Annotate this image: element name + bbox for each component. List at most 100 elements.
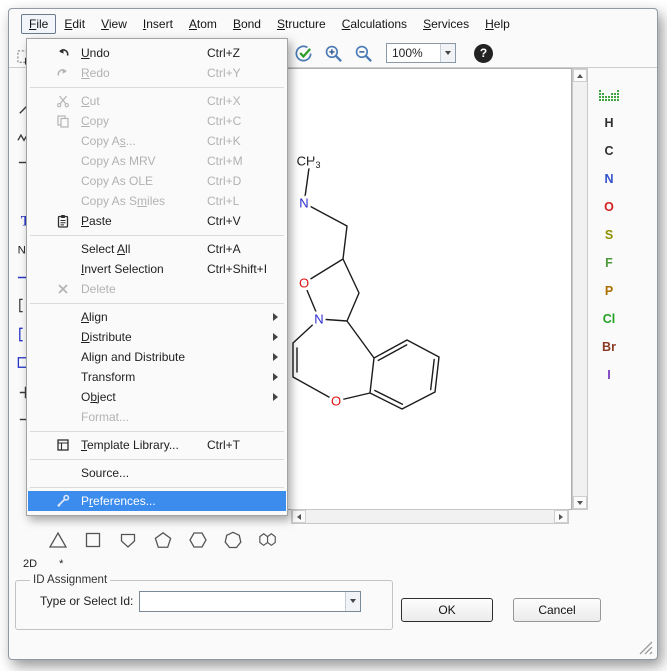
help-button[interactable]: ? xyxy=(474,44,493,63)
edit-menu-item-object[interactable]: Object xyxy=(27,387,287,407)
menubar-item-view[interactable]: View xyxy=(93,14,135,34)
menubar-item-insert[interactable]: Insert xyxy=(135,14,181,34)
submenu-arrow-icon xyxy=(273,333,278,341)
edit-menu-item-undo[interactable]: Undo Ctrl+Z xyxy=(27,43,287,63)
no-icon xyxy=(54,466,71,481)
edit-menu-item-distribute[interactable]: Distribute xyxy=(27,327,287,347)
no-icon xyxy=(54,410,71,425)
vertical-scrollbar[interactable] xyxy=(572,68,588,510)
zoom-in-button[interactable] xyxy=(321,41,345,65)
fused-rings-template-icon xyxy=(256,530,281,550)
menu-item-label: Paste xyxy=(81,214,112,228)
template-cycloheptane[interactable] xyxy=(218,527,248,553)
menu-item-label: Undo xyxy=(81,46,110,60)
element-h[interactable]: H xyxy=(597,112,621,134)
element-c[interactable]: C xyxy=(597,140,621,162)
template-cyclopropane[interactable] xyxy=(43,527,73,553)
triangle-down-icon xyxy=(577,501,583,505)
id-assignment-row: Type or Select Id: xyxy=(24,586,384,616)
menubar-item-file[interactable]: File xyxy=(21,14,56,34)
mode-2d-button[interactable]: 2D xyxy=(19,556,41,572)
menu-item-shortcut: Ctrl+Z xyxy=(207,46,240,60)
edit-menu-item-source[interactable]: Source... xyxy=(27,463,287,483)
template-cyclobutane[interactable] xyxy=(78,527,108,553)
template-star-button[interactable]: * xyxy=(55,556,67,572)
edit-menu-item-preferences[interactable]: Preferences... xyxy=(28,491,286,511)
element-i[interactable]: I xyxy=(597,364,621,386)
menubar-item-edit[interactable]: Edit xyxy=(56,14,93,34)
menubar-item-bond[interactable]: Bond xyxy=(225,14,269,34)
menu-item-shortcut: Ctrl+D xyxy=(207,174,241,188)
template-cyclopentane-down[interactable] xyxy=(113,527,143,553)
menu-item-label: Align and Distribute xyxy=(81,350,185,364)
edit-menu-item-redo: RedoCtrl+Y xyxy=(27,63,287,83)
edit-menu-item-cut: CutCtrl+X xyxy=(27,91,287,111)
menu-item-label: Select All xyxy=(81,242,130,256)
zoom-in-icon xyxy=(323,43,344,64)
edit-menu-item-template-library[interactable]: Template Library...Ctrl+T xyxy=(27,435,287,455)
menubar-item-services[interactable]: Services xyxy=(415,14,477,34)
copy-icon xyxy=(54,114,71,129)
zoom-level-combobox[interactable]: 100% xyxy=(386,43,456,63)
element-s[interactable]: S xyxy=(597,224,621,246)
scroll-down-button[interactable] xyxy=(573,496,587,509)
no-icon xyxy=(54,262,71,277)
menubar-item-help[interactable]: Help xyxy=(477,14,518,34)
edit-menu-item-transform[interactable]: Transform xyxy=(27,367,287,387)
horizontal-scrollbar[interactable] xyxy=(291,509,569,524)
check-structure-icon xyxy=(293,43,314,64)
element-cl[interactable]: Cl xyxy=(597,308,621,330)
menu-item-label: Source... xyxy=(81,466,129,480)
menu-item-shortcut: Ctrl+C xyxy=(207,114,241,128)
resize-grip[interactable] xyxy=(636,638,653,655)
edit-menu-item-copy-as: Copy As...Ctrl+K xyxy=(27,131,287,151)
atom-label-n1: N xyxy=(299,196,308,211)
edit-menu-item-align[interactable]: Align xyxy=(27,307,287,327)
menubar-item-calculations[interactable]: Calculations xyxy=(334,14,415,34)
heptagon-template-icon xyxy=(223,530,243,550)
element-br[interactable]: Br xyxy=(597,336,621,358)
type-or-select-id-label: Type or Select Id: xyxy=(40,594,133,608)
scroll-right-button[interactable] xyxy=(554,510,568,523)
no-icon xyxy=(54,154,71,169)
toolbar-buttons xyxy=(288,41,378,65)
zoom-dropdown-button[interactable] xyxy=(440,44,455,62)
edit-menu-item-format: Format... xyxy=(27,407,287,427)
menu-item-label: Preferences... xyxy=(81,494,156,508)
id-assignment-legend: ID Assignment xyxy=(30,574,110,586)
menu-item-label: Invert Selection xyxy=(81,262,164,276)
template-cyclopentane[interactable] xyxy=(148,527,178,553)
template-toolbar xyxy=(43,525,283,555)
menubar-item-structure[interactable]: Structure xyxy=(269,14,334,34)
edit-menu-item-paste[interactable]: PasteCtrl+V xyxy=(27,211,287,231)
element-p[interactable]: P xyxy=(597,280,621,302)
no-icon xyxy=(54,174,71,189)
menu-item-shortcut: Ctrl+Y xyxy=(207,66,241,80)
scroll-up-button[interactable] xyxy=(573,69,587,82)
submenu-arrow-icon xyxy=(273,393,278,401)
element-toolbar: HCNOSFP Cl Br I xyxy=(594,68,624,510)
menu-item-label: Distribute xyxy=(81,330,132,344)
atom-label-methyl: CH xyxy=(297,154,316,169)
edit-menu-item-select-all[interactable]: Select AllCtrl+A xyxy=(27,239,287,259)
edit-menu-item-copy-as-mrv: Copy As MRVCtrl+M xyxy=(27,151,287,171)
template-cyclohexane[interactable] xyxy=(183,527,213,553)
edit-menu-item-invert-selection[interactable]: Invert SelectionCtrl+Shift+I xyxy=(27,259,287,279)
element-f[interactable]: F xyxy=(597,252,621,274)
cancel-button[interactable]: Cancel xyxy=(513,598,601,622)
redo-icon xyxy=(54,66,71,81)
id-combobox[interactable] xyxy=(139,591,361,612)
edit-menu-item-align-and-distribute[interactable]: Align and Distribute xyxy=(27,347,287,367)
check-structure-button[interactable] xyxy=(291,41,315,65)
scroll-left-button[interactable] xyxy=(292,510,306,523)
element-n[interactable]: N xyxy=(597,168,621,190)
ok-button[interactable]: OK xyxy=(401,598,493,622)
menu-item-label: Copy xyxy=(81,114,109,128)
element-o[interactable]: O xyxy=(597,196,621,218)
template-naphthalene[interactable] xyxy=(253,527,283,553)
zoom-out-button[interactable] xyxy=(351,41,375,65)
menubar-item-atom[interactable]: Atom xyxy=(181,14,225,34)
periodic-table-button[interactable] xyxy=(597,88,621,106)
edit-menu-item-delete: Delete xyxy=(27,279,287,299)
id-combo-dropdown-button[interactable] xyxy=(345,592,360,611)
